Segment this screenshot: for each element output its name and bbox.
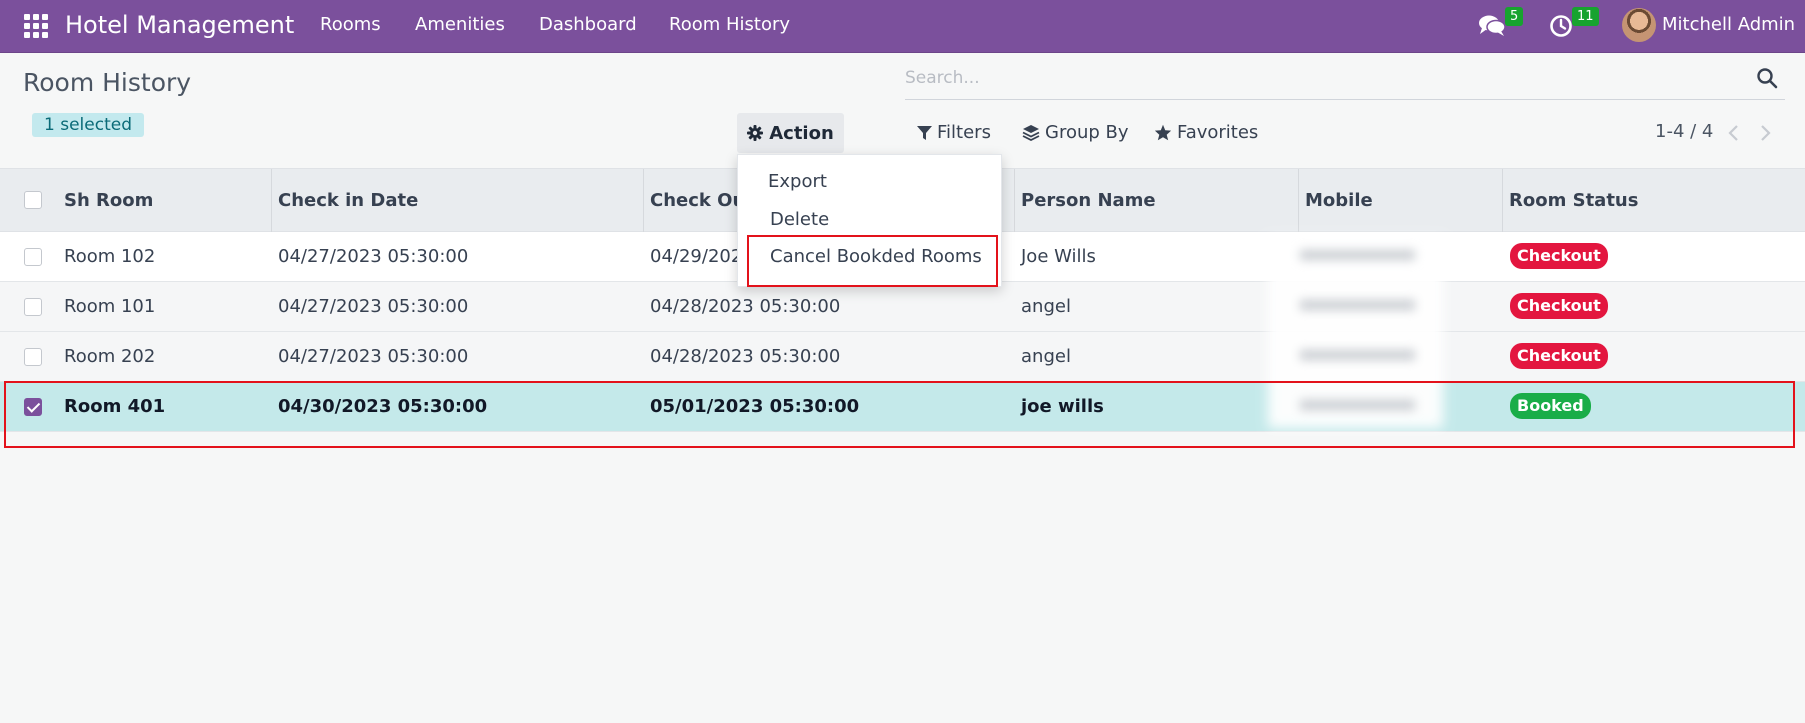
column-header-check-out[interactable]: Check Ou bbox=[650, 190, 745, 211]
favorites-button[interactable]: Favorites bbox=[1154, 122, 1258, 143]
column-header-mobile[interactable]: Mobile bbox=[1305, 190, 1373, 211]
cell-room: Room 401 bbox=[64, 396, 166, 417]
column-divider bbox=[1502, 169, 1503, 233]
column-header-room-status[interactable]: Room Status bbox=[1509, 190, 1638, 211]
gear-icon bbox=[747, 125, 764, 141]
page-title: Room History bbox=[23, 68, 192, 97]
filters-button[interactable]: Filters bbox=[917, 122, 991, 143]
action-button-label: Action bbox=[769, 122, 834, 144]
filter-icon bbox=[917, 125, 932, 140]
layers-icon bbox=[1022, 125, 1040, 141]
status-badge: Checkout bbox=[1510, 243, 1608, 269]
row-checkbox[interactable] bbox=[24, 298, 42, 316]
cell-room: Room 202 bbox=[64, 346, 156, 367]
activity-clock-icon[interactable] bbox=[1548, 12, 1574, 38]
column-header-person[interactable]: Person Name bbox=[1021, 190, 1156, 211]
column-divider bbox=[643, 169, 644, 233]
search-bar bbox=[905, 62, 1785, 100]
row-checkbox[interactable] bbox=[24, 348, 42, 366]
menu-item-dashboard[interactable]: Dashboard bbox=[539, 14, 637, 35]
cell-room: Room 101 bbox=[64, 296, 156, 317]
cell-check-out: 05/01/2023 05:30:00 bbox=[650, 396, 860, 417]
menu-item-amenities[interactable]: Amenities bbox=[415, 14, 505, 35]
pager-previous-icon[interactable] bbox=[1724, 122, 1744, 144]
column-divider bbox=[1014, 169, 1015, 233]
redacted-value bbox=[1300, 400, 1415, 410]
menu-item-cancel-booked-rooms[interactable]: Cancel Bookded Rooms bbox=[770, 246, 982, 267]
cell-room: Room 102 bbox=[64, 246, 156, 267]
status-badge: Checkout bbox=[1510, 293, 1608, 319]
action-button[interactable]: Action bbox=[737, 113, 844, 153]
cell-check-in: 04/30/2023 05:30:00 bbox=[278, 396, 488, 417]
messages-count-badge: 5 bbox=[1505, 7, 1524, 26]
row-checkbox-checked[interactable] bbox=[24, 398, 42, 416]
search-input[interactable] bbox=[905, 62, 1725, 94]
column-header-room[interactable]: Sh Room bbox=[64, 190, 153, 211]
pager-value[interactable]: 1-4 / 4 bbox=[1655, 121, 1713, 142]
favorites-label: Favorites bbox=[1177, 122, 1259, 143]
cell-check-in: 04/27/2023 05:30:00 bbox=[278, 346, 469, 367]
apps-menu-icon[interactable] bbox=[22, 12, 48, 38]
row-checkbox[interactable] bbox=[24, 248, 42, 266]
table-row[interactable]: Room 202 04/27/2023 05:30:00 04/28/2023 … bbox=[0, 332, 1805, 382]
user-name[interactable]: Mitchell Admin bbox=[1662, 14, 1795, 35]
table-row-selected[interactable]: Room 401 04/30/2023 05:30:00 05/01/2023 … bbox=[0, 382, 1805, 432]
select-all-checkbox[interactable] bbox=[24, 191, 42, 209]
app-brand[interactable]: Hotel Management bbox=[65, 11, 294, 39]
cell-person: joe wills bbox=[1021, 396, 1104, 417]
menu-item-delete[interactable]: Delete bbox=[770, 209, 829, 230]
column-divider bbox=[271, 169, 272, 233]
cell-check-out: 04/28/2023 05:30:00 bbox=[650, 346, 841, 367]
table-row[interactable]: Room 101 04/27/2023 05:30:00 04/28/2023 … bbox=[0, 282, 1805, 332]
filters-label: Filters bbox=[937, 122, 991, 143]
cell-person: Joe Wills bbox=[1021, 246, 1096, 267]
column-divider bbox=[1298, 169, 1299, 233]
status-badge: Checkout bbox=[1510, 343, 1608, 369]
status-badge: Booked bbox=[1510, 393, 1591, 419]
cell-check-out: 04/29/202 bbox=[650, 246, 743, 267]
column-header-check-in[interactable]: Check in Date bbox=[278, 190, 418, 211]
cell-check-in: 04/27/2023 05:30:00 bbox=[278, 296, 469, 317]
menu-item-rooms[interactable]: Rooms bbox=[320, 14, 381, 35]
top-navbar: Hotel Management Rooms Amenities Dashboa… bbox=[0, 0, 1805, 53]
selected-count-badge[interactable]: 1 selected bbox=[32, 113, 144, 137]
cell-check-in: 04/27/2023 05:30:00 bbox=[278, 246, 469, 267]
pager-next-icon[interactable] bbox=[1755, 122, 1775, 144]
action-dropdown-menu: Export Delete Cancel Bookded Rooms bbox=[737, 154, 1002, 287]
user-avatar[interactable] bbox=[1622, 8, 1656, 42]
cell-person: angel bbox=[1021, 346, 1071, 367]
redacted-value bbox=[1300, 250, 1415, 260]
group-by-label: Group By bbox=[1045, 122, 1129, 143]
menu-item-room-history[interactable]: Room History bbox=[669, 14, 790, 35]
activities-count-badge: 11 bbox=[1572, 7, 1599, 26]
chat-icon[interactable] bbox=[1478, 12, 1506, 38]
menu-item-export[interactable]: Export bbox=[768, 171, 827, 192]
search-icon[interactable] bbox=[1755, 66, 1779, 90]
group-by-button[interactable]: Group By bbox=[1022, 122, 1129, 143]
star-icon bbox=[1154, 124, 1172, 141]
redacted-value bbox=[1300, 300, 1415, 310]
cell-person: angel bbox=[1021, 296, 1071, 317]
redacted-value bbox=[1300, 350, 1415, 360]
cell-check-out: 04/28/2023 05:30:00 bbox=[650, 296, 841, 317]
